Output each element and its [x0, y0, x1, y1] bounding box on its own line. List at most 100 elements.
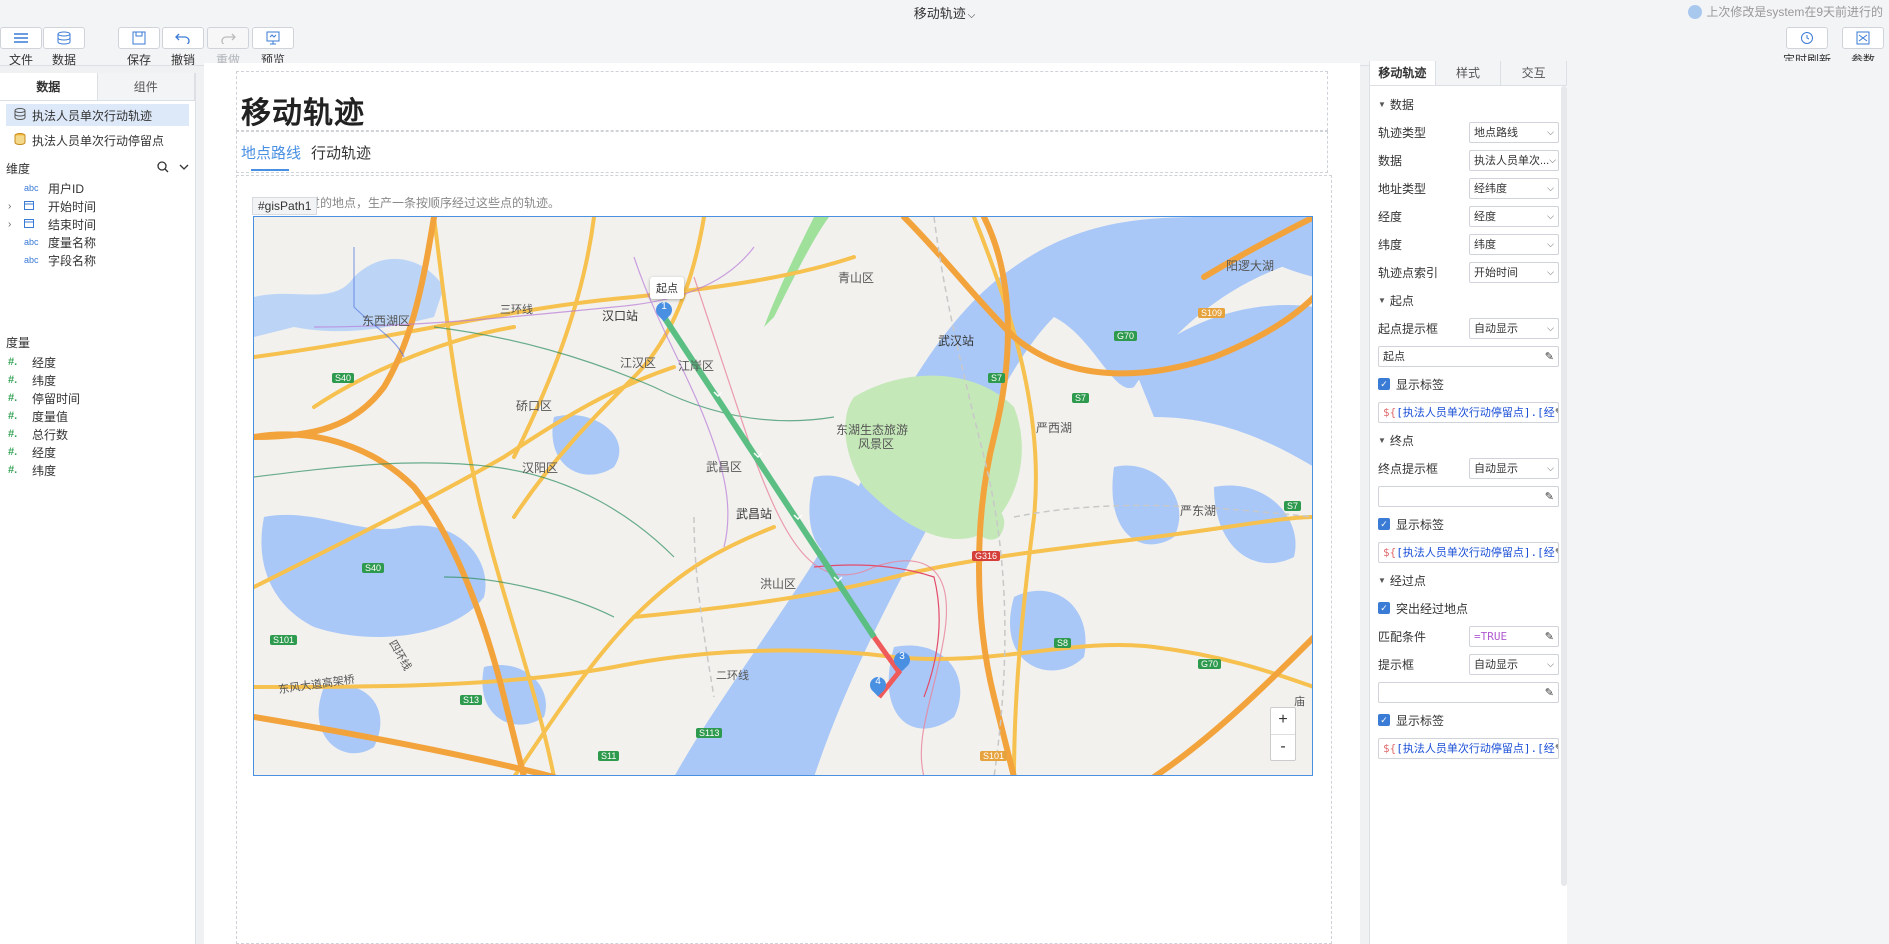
dimension-field[interactable]: abc 用户ID	[0, 179, 195, 197]
database-icon	[14, 132, 26, 148]
measure-field[interactable]: #. 经度	[0, 443, 195, 461]
start-text-input[interactable]: 起点 ✎	[1378, 345, 1559, 367]
measure-title: 度量	[6, 335, 31, 350]
end-label-expression[interactable]: ${[执法人员单次行动停留点].[经✎	[1378, 541, 1559, 563]
data-select[interactable]: 执法人员单次... ⌵	[1469, 149, 1559, 171]
dataset-item[interactable]: 执法人员单次行动轨迹	[6, 104, 189, 126]
search-icon[interactable]	[157, 160, 169, 176]
undo-label: 撤销	[170, 53, 195, 67]
via-tip-select[interactable]: 自动显示 ⌵	[1469, 653, 1559, 675]
dimension-title: 维度	[6, 161, 31, 176]
tab-data[interactable]: 数据	[0, 73, 98, 100]
chevron-down-icon: ⌵	[1547, 210, 1554, 221]
via-text-input[interactable]: ✎	[1378, 681, 1559, 703]
measure-field[interactable]: #. 停留时间	[0, 389, 195, 407]
edit-icon[interactable]: ✎	[1545, 490, 1554, 503]
edit-icon[interactable]: ✎	[1555, 406, 1558, 419]
undo-icon	[162, 27, 204, 49]
chevron-right-icon[interactable]: ›	[8, 201, 18, 212]
group-label: 数据	[1389, 97, 1414, 112]
zoom-in-button[interactable]: +	[1271, 708, 1295, 734]
highlight-via-checkbox[interactable]: ✓ 突出经过地点	[1378, 594, 1559, 622]
road-badge: S7	[988, 373, 1006, 383]
text-type-icon: abc	[24, 237, 39, 247]
end-text-input[interactable]: ✎	[1378, 485, 1559, 507]
tab-interaction[interactable]: 交互	[1501, 61, 1568, 85]
select-value: 经纬度	[1474, 183, 1507, 195]
undo-button[interactable]: 撤销	[160, 27, 206, 68]
address-type-select[interactable]: 经纬度 ⌵	[1469, 177, 1559, 199]
field-label: 经度	[32, 445, 57, 460]
dataset-item[interactable]: 执法人员单次行动停留点	[6, 129, 189, 151]
title-block[interactable]: 移动轨迹	[236, 71, 1328, 131]
latitude-select[interactable]: 纬度 ⌵	[1469, 233, 1559, 255]
tab-style[interactable]: 样式	[1435, 61, 1502, 85]
show-label-checkbox[interactable]: ✓ 显示标签	[1378, 510, 1559, 538]
tab-action-track[interactable]: 行动轨迹	[311, 142, 371, 163]
road-badge: S40	[332, 373, 355, 383]
preview-button[interactable]: 预览	[250, 27, 296, 68]
modified-note-text: 上次修改是system在9天前进行的	[1706, 5, 1883, 19]
checkbox-label: 显示标签	[1396, 517, 1445, 532]
tab-track[interactable]: 移动轨迹	[1370, 61, 1436, 85]
top-toolbar: 移动轨迹 ⌵ 上次修改是system在9天前进行的 文件 数据 保存 撤销 重做 …	[0, 0, 1889, 68]
show-label-checkbox[interactable]: ✓ 显示标签	[1378, 706, 1559, 734]
redo-icon	[207, 27, 249, 49]
tab-components[interactable]: 组件	[97, 73, 195, 100]
prop-label: 起点提示框	[1378, 321, 1439, 336]
place-label: 江汉区	[620, 356, 657, 370]
track-type-select[interactable]: 地点路线 ⌵	[1469, 121, 1559, 143]
place-label: 东西湖区	[362, 314, 411, 328]
match-condition-input[interactable]: =TRUE ✎	[1469, 625, 1559, 647]
place-label: 硚口区	[516, 399, 553, 413]
data-label: 数据	[51, 53, 76, 67]
measure-field[interactable]: #. 度量值	[0, 407, 195, 425]
file-button[interactable]: 文件	[0, 27, 44, 68]
field-label: 度量名称	[48, 235, 97, 250]
prop-label: 轨迹类型	[1378, 125, 1427, 140]
longitude-select[interactable]: 经度 ⌵	[1469, 205, 1559, 227]
group-end[interactable]: ▼ 终点	[1378, 426, 1559, 454]
zoom-out-button[interactable]: -	[1271, 734, 1295, 760]
dimension-field[interactable]: abc 字段名称	[0, 251, 195, 269]
track-index-select[interactable]: 开始时间 ⌵	[1469, 261, 1559, 283]
redo-button[interactable]: 重做	[205, 27, 251, 68]
number-type-icon: #.	[8, 428, 18, 440]
save-button[interactable]: 保存	[116, 27, 162, 68]
road-badge: S40	[362, 563, 385, 573]
group-data[interactable]: ▼ 数据	[1378, 90, 1559, 118]
show-label-checkbox[interactable]: ✓ 显示标签	[1378, 370, 1559, 398]
road-label: 三环线	[500, 304, 533, 316]
tab-location-route[interactable]: 地点路线	[241, 142, 301, 163]
group-start[interactable]: ▼ 起点	[1378, 286, 1559, 314]
measure-field[interactable]: #. 经度	[0, 353, 195, 371]
measure-field[interactable]: #. 纬度	[0, 461, 195, 479]
measure-field[interactable]: #. 总行数	[0, 425, 195, 443]
document-title[interactable]: 移动轨迹 ⌵	[0, 3, 1889, 22]
measure-field[interactable]: #. 纬度	[0, 371, 195, 389]
prop-label: 匹配条件	[1378, 629, 1427, 644]
checkbox-label: 显示标签	[1396, 713, 1445, 728]
edit-icon[interactable]: ✎	[1555, 742, 1558, 755]
group-via[interactable]: ▼ 经过点	[1378, 566, 1559, 594]
edit-icon[interactable]: ✎	[1555, 546, 1558, 559]
start-tip-select[interactable]: 自动显示 ⌵	[1469, 317, 1559, 339]
dimension-field[interactable]: › 开始时间	[0, 197, 195, 215]
chevron-down-icon: ⌵	[1547, 266, 1554, 277]
field-label: 停留时间	[32, 391, 81, 406]
dimension-field[interactable]: abc 度量名称	[0, 233, 195, 251]
via-label-expression[interactable]: ${[执法人员单次行动停留点].[经✎	[1378, 737, 1559, 759]
file-label: 文件	[8, 53, 33, 67]
edit-icon[interactable]: ✎	[1545, 686, 1554, 699]
end-tip-select[interactable]: 自动显示 ⌵	[1469, 457, 1559, 479]
gis-map[interactable]: 起点 1 3 4 东西湖区 汉口站 江汉区 江岸区 硚口区 汉阳区 武昌区 武昌…	[253, 216, 1313, 776]
chevron-down-icon[interactable]	[179, 161, 189, 176]
edit-icon[interactable]: ✎	[1545, 630, 1554, 643]
data-button[interactable]: 数据	[41, 27, 87, 68]
edit-icon[interactable]: ✎	[1545, 350, 1554, 363]
start-label-expression[interactable]: ${[执法人员单次行动停留点].[经✎	[1378, 401, 1559, 423]
dimension-field[interactable]: › 结束时间	[0, 215, 195, 233]
chevron-right-icon[interactable]: ›	[8, 219, 18, 230]
road-badge: G70	[1198, 659, 1222, 669]
prop-row: ✎	[1378, 482, 1559, 510]
